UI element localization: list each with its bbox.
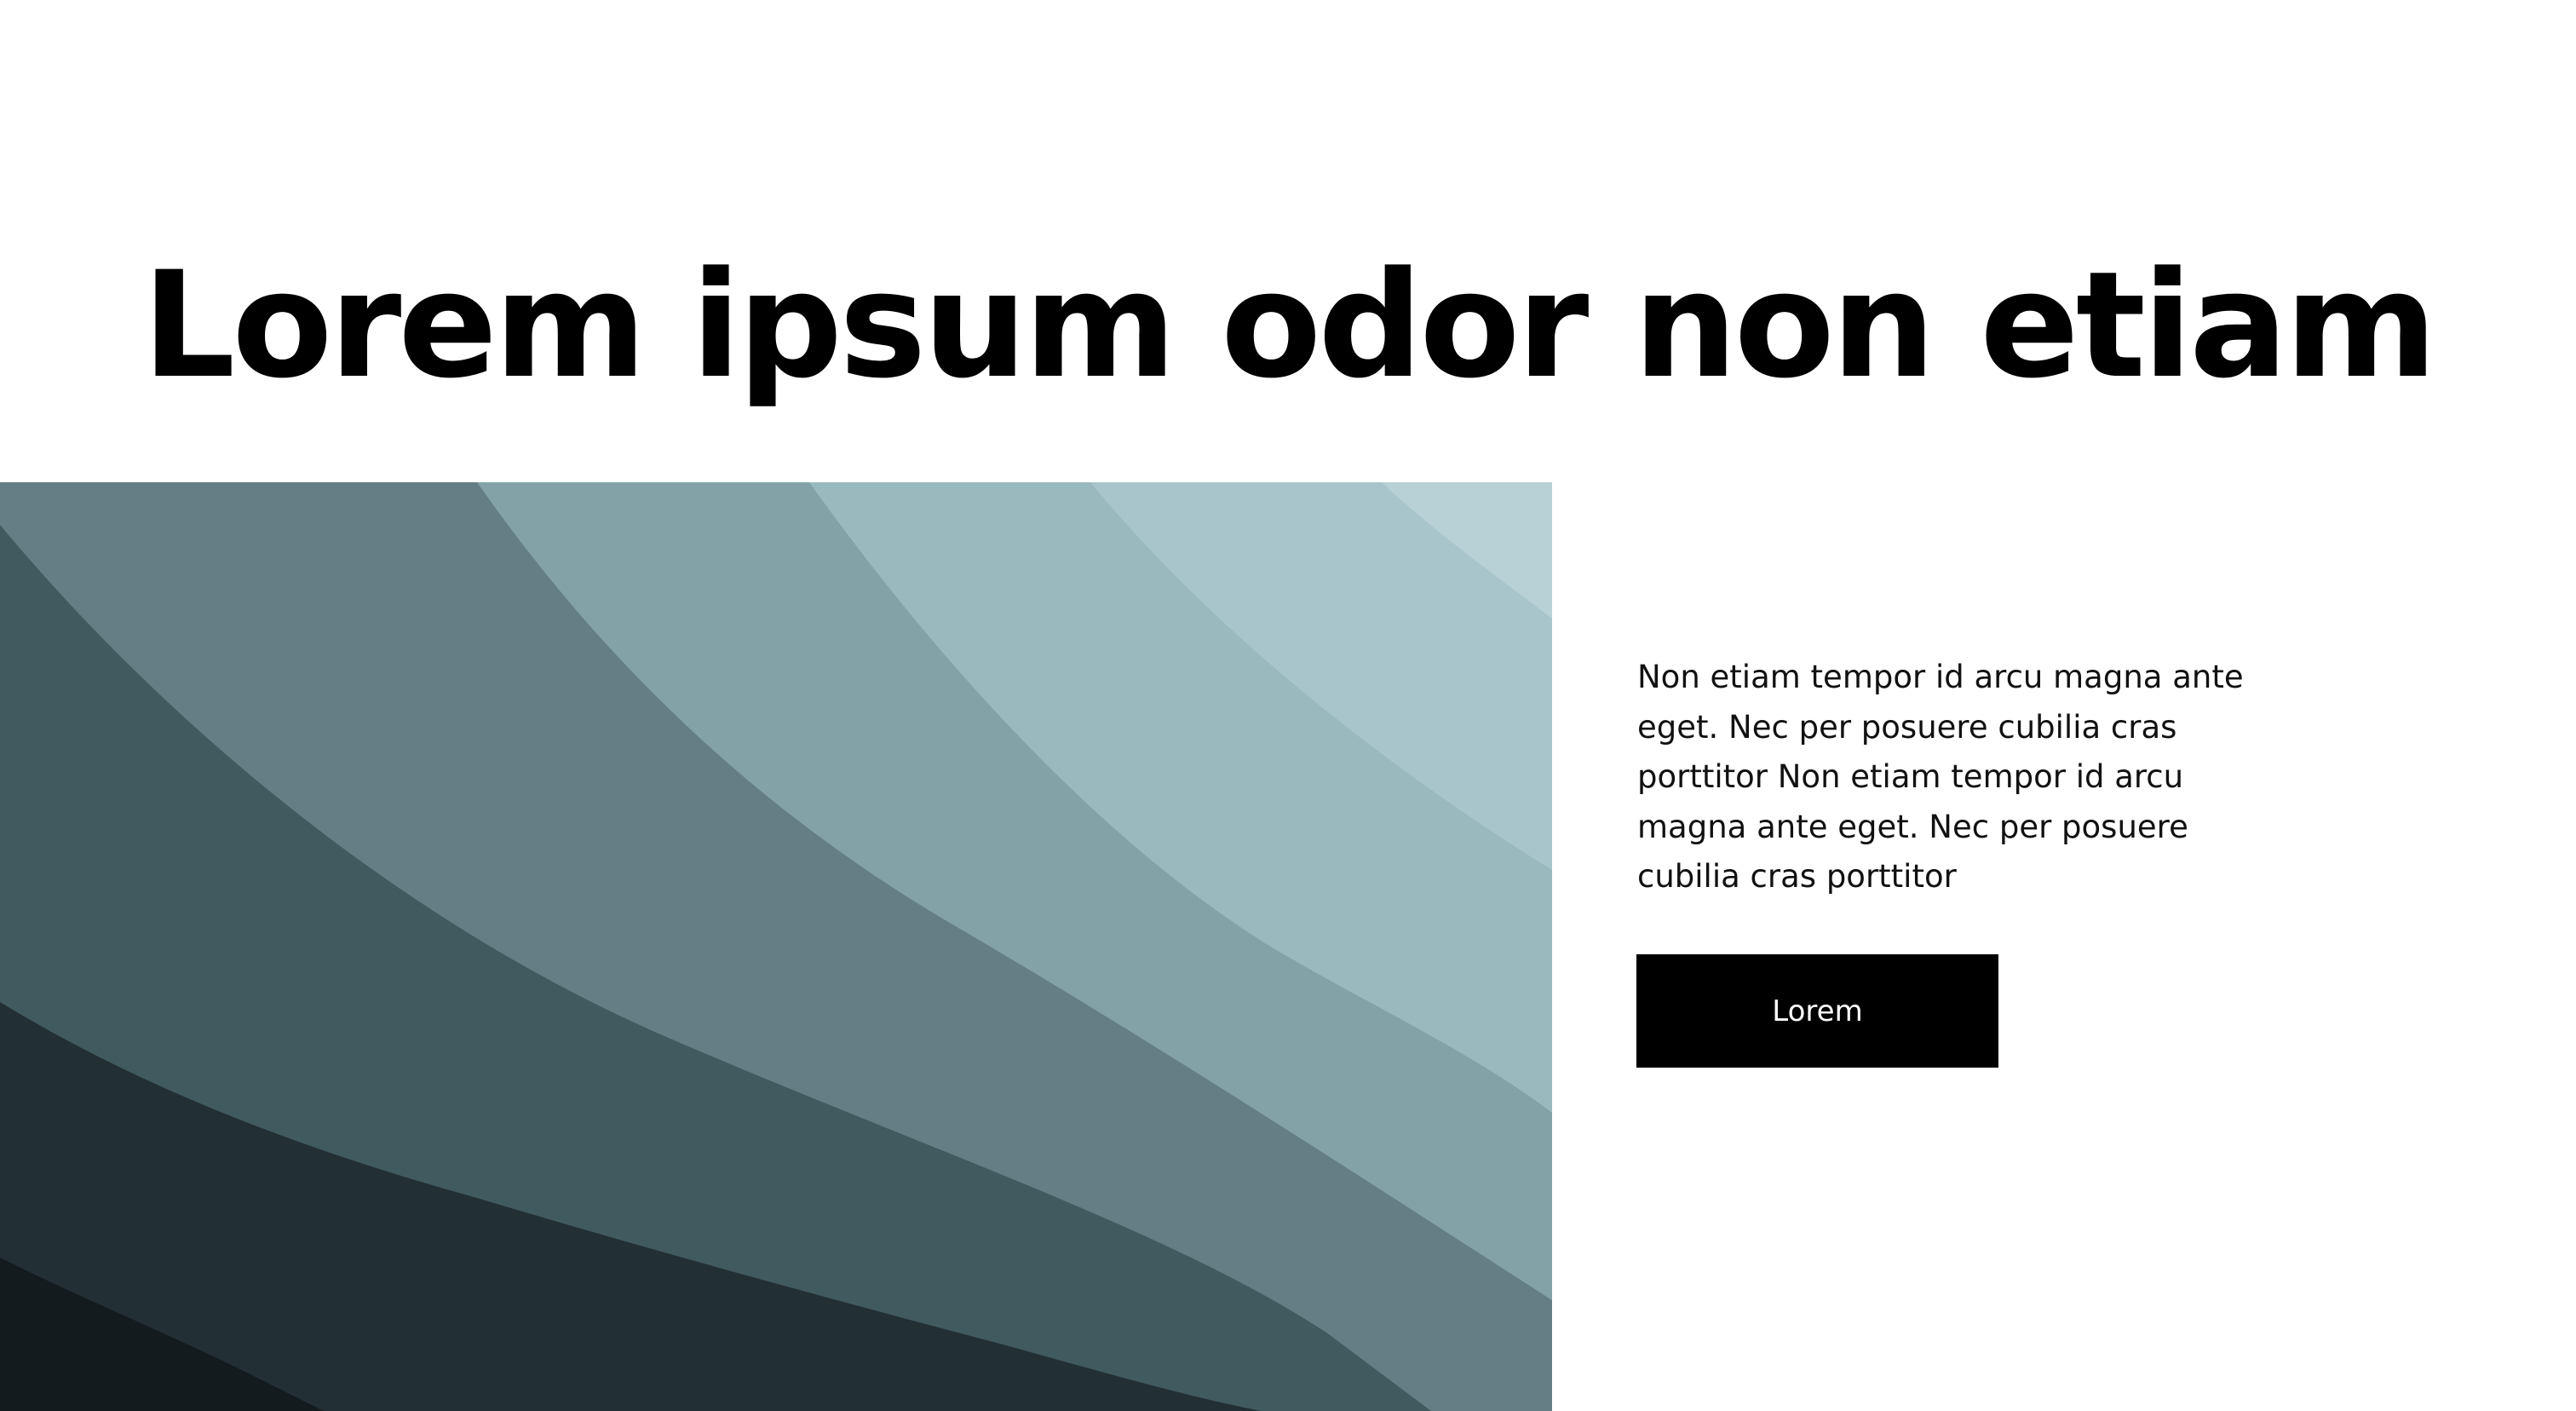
hero-description: Non etiam tempor id arcu magna ante eget… bbox=[1637, 659, 2244, 895]
page-title: Lorem ipsum odor non etiam bbox=[141, 239, 2438, 411]
slide: Lorem ipsum odor non etiam Non etiam tem… bbox=[0, 0, 2576, 1411]
lorem-button[interactable]: Lorem bbox=[1636, 954, 1998, 1068]
abstract-wave-image bbox=[0, 482, 1552, 1411]
